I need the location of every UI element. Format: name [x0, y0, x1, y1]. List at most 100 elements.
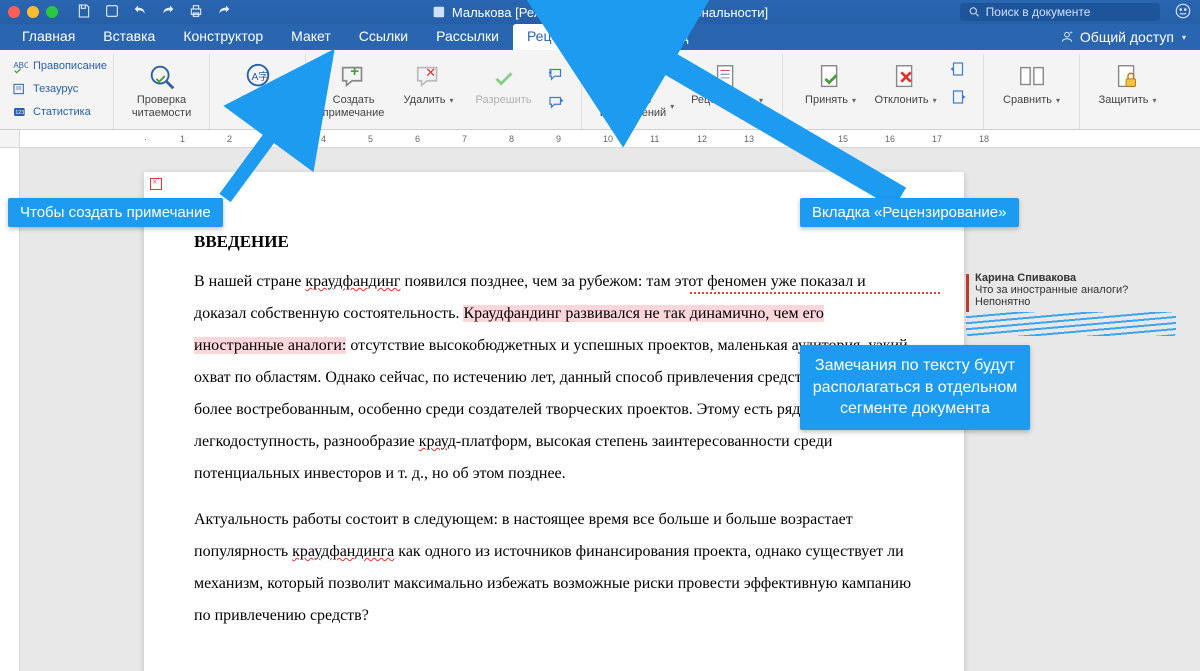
word-doc-icon [432, 5, 446, 19]
tab-mailings[interactable]: Рассылки [422, 24, 513, 50]
thesaurus-button[interactable]: Тезаурус [12, 79, 107, 99]
accept-button[interactable]: Принять ▾ [793, 56, 868, 110]
chevron-down-icon: ▾ [270, 96, 274, 105]
protect-label: Защитить [1099, 94, 1149, 107]
language-group: A字 Язык▾ [210, 54, 306, 129]
undo-icon[interactable] [132, 3, 148, 22]
share-label: Общий доступ [1080, 29, 1174, 45]
prev-change-button[interactable] [943, 56, 973, 82]
changes-group: Принять ▾ Отклонить▾ [783, 54, 984, 129]
close-window-icon[interactable] [8, 6, 20, 18]
new-comment-button[interactable]: + Создать примечание [316, 56, 391, 119]
share-button[interactable]: + Общий доступ ▾ [1046, 24, 1200, 50]
ruler-mark: 13 [744, 134, 754, 144]
ruler-mark: 7 [462, 134, 467, 144]
window-title-text: Малькова [Режим ограниченной функциональ… [452, 5, 768, 20]
delete-comment-label: Удалить [404, 94, 446, 107]
tab-view[interactable]: Вид [649, 24, 702, 50]
protect-group: Защитить ▾ [1080, 54, 1175, 129]
reject-button[interactable]: Отклонить▾ [868, 56, 943, 110]
ruler-mark: 3 [274, 134, 279, 144]
squiggly-word: крауд [419, 433, 456, 450]
word-count-label: Статистика [33, 106, 91, 118]
spelling-button[interactable]: ABC Правописание [12, 56, 107, 76]
redo-icon[interactable] [160, 3, 176, 22]
next-change-button[interactable] [943, 84, 973, 110]
word-count-button[interactable]: 123 Статистика [12, 102, 107, 122]
chevron-down-icon: ▾ [450, 96, 454, 105]
spelling-label: Правописание [33, 60, 107, 72]
compare-button[interactable]: Сравнить▾ [994, 56, 1069, 107]
language-label: Язык [241, 94, 267, 107]
proofing-group: ABC Правописание Тезаурус 123 Статистика [6, 54, 114, 129]
protect-button[interactable]: Защитить ▾ [1090, 56, 1165, 107]
ruler-mark: 14 [791, 134, 801, 144]
track-changes-button[interactable]: Запись исправлений▾ [592, 56, 682, 119]
ruler-mark: 2 [227, 134, 232, 144]
search-icon [968, 5, 981, 19]
callout-create-note: Чтобы создать примечание [8, 198, 223, 227]
tab-review[interactable]: Рецензирование [513, 24, 649, 50]
language-button[interactable]: A字 Язык▾ [220, 56, 295, 107]
svg-text:+: + [1069, 31, 1073, 37]
feedback-icon[interactable] [1174, 2, 1192, 23]
redo-alt-icon[interactable] [216, 3, 232, 22]
tab-layout[interactable]: Макет [277, 24, 345, 50]
reviewing-pane-button[interactable]: Рецензиро...▾ [682, 56, 772, 119]
titlebar: Малькова [Режим ограниченной функциональ… [0, 0, 1200, 24]
resolve-comment-button[interactable]: Разрешить [466, 56, 541, 119]
chevron-down-icon: ▾ [1153, 96, 1157, 105]
print-icon[interactable] [188, 3, 204, 22]
readability-group: Проверка читаемости [114, 54, 210, 129]
readability-button[interactable]: Проверка читаемости [124, 56, 199, 119]
thesaurus-label: Тезаурус [33, 83, 78, 95]
tab-home[interactable]: Главная [8, 24, 89, 50]
tab-insert[interactable]: Вставка [89, 24, 169, 50]
comment-scribble-icon [966, 312, 1176, 336]
minimize-window-icon[interactable] [27, 6, 39, 18]
comment-author: Карина Спивакова [966, 272, 1186, 284]
ribbon: ABC Правописание Тезаурус 123 Статистика… [0, 50, 1200, 130]
chevron-down-icon: ▾ [852, 96, 856, 105]
chevron-down-icon: ▾ [933, 96, 937, 105]
new-comment-label: Создать примечание [323, 94, 385, 119]
save-icon[interactable] [76, 3, 92, 22]
tab-references[interactable]: Ссылки [345, 24, 422, 50]
ruler-mark: 17 [932, 134, 942, 144]
accept-label: Принять [805, 94, 848, 107]
callout-segment-hint: Замечания по тексту будут располагаться … [800, 345, 1030, 430]
page-corner-marker [150, 178, 162, 190]
search-box[interactable] [960, 3, 1160, 21]
doc-heading: ВВЕДЕНИЕ [194, 232, 914, 252]
ruler-mark: 16 [885, 134, 895, 144]
ruler-mark: 9 [556, 134, 561, 144]
delete-comment-button[interactable]: ✕ Удалить ▾ [391, 56, 466, 119]
save-cloud-icon[interactable] [104, 3, 120, 22]
comments-group: + Создать примечание ✕ Удалить ▾ Разрешит… [306, 54, 582, 129]
window-controls [8, 6, 58, 18]
prev-comment-button[interactable] [541, 61, 571, 87]
horizontal-ruler[interactable]: · 123456789101112131415161718 [0, 130, 1200, 148]
chevron-down-icon: ▾ [1056, 96, 1060, 105]
ruler-mark: 15 [838, 134, 848, 144]
doc-paragraph-2: Актуальность работы состоит в следующем:… [194, 504, 914, 632]
chevron-down-icon: ▾ [670, 102, 674, 111]
ruler-mark: 10 [603, 134, 613, 144]
ruler-mark: 1 [180, 134, 185, 144]
comment-card[interactable]: Карина Спивакова Что за иностранные анал… [966, 272, 1186, 336]
squiggly-word: краудфандинга [292, 543, 394, 560]
ruler-mark: 5 [368, 134, 373, 144]
chevron-down-icon: ▾ [1182, 33, 1186, 42]
tab-design[interactable]: Конструктор [169, 24, 277, 50]
zoom-window-icon[interactable] [46, 6, 58, 18]
tracking-group: Запись исправлений▾ Рецензиро...▾ [582, 54, 783, 129]
comment-connector-line [690, 292, 940, 294]
svg-text:✕: ✕ [425, 65, 436, 80]
comment-bar-icon [966, 274, 969, 312]
resolve-comment-label: Разрешить [476, 94, 532, 107]
ruler-mark: 18 [979, 134, 989, 144]
svg-text:123: 123 [15, 110, 24, 116]
search-input[interactable] [986, 5, 1152, 19]
next-comment-button[interactable] [541, 89, 571, 115]
svg-text:A字: A字 [251, 70, 268, 83]
